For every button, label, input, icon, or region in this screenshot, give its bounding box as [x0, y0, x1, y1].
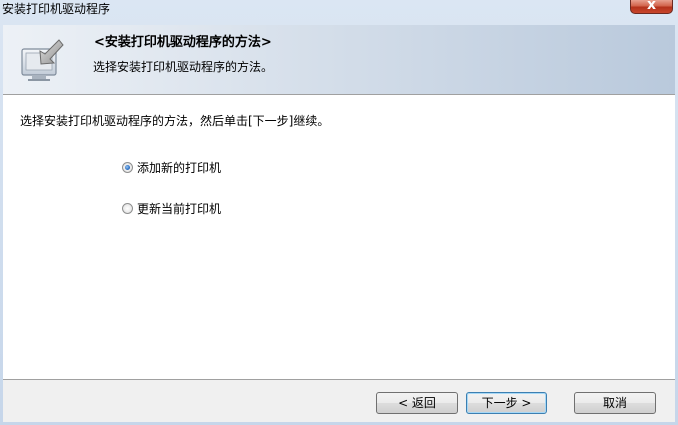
next-button[interactable]: 下一步 >	[466, 392, 547, 414]
back-button[interactable]: < 返回	[376, 392, 458, 414]
option-label[interactable]: 添加新的打印机	[137, 160, 221, 176]
installer-window: 安装打印机驱动程序 x <安装打印机驱动程序的方法> 选择安装打印机驱动程序的方…	[0, 0, 678, 425]
wizard-body: 选择安装打印机驱动程序的方法，然后单击[下一步]继续。 添加新的打印机 更新当前…	[3, 95, 675, 379]
wizard-header: <安装打印机驱动程序的方法> 选择安装打印机驱动程序的方法。	[3, 25, 675, 95]
window-title: 安装打印机驱动程序	[2, 2, 111, 16]
header-title: <安装打印机驱动程序的方法>	[94, 35, 272, 50]
radio-button[interactable]	[122, 203, 133, 214]
cancel-button[interactable]: 取消	[574, 392, 656, 414]
option-label[interactable]: 更新当前打印机	[137, 201, 221, 217]
wizard-footer: < 返回 下一步 > 取消	[3, 379, 675, 422]
close-button[interactable]: x	[630, 0, 673, 14]
radio-button-checked[interactable]	[122, 162, 133, 173]
instruction-text: 选择安装打印机驱动程序的方法，然后单击[下一步]继续。	[20, 114, 330, 128]
dialog-client-area: <安装打印机驱动程序的方法> 选择安装打印机驱动程序的方法。 选择安装打印机驱动…	[3, 25, 675, 422]
printer-install-icon	[19, 37, 65, 83]
header-subtitle: 选择安装打印机驱动程序的方法。	[93, 60, 274, 74]
close-icon: x	[646, 0, 657, 13]
title-bar[interactable]: 安装打印机驱动程序 x	[0, 0, 678, 18]
